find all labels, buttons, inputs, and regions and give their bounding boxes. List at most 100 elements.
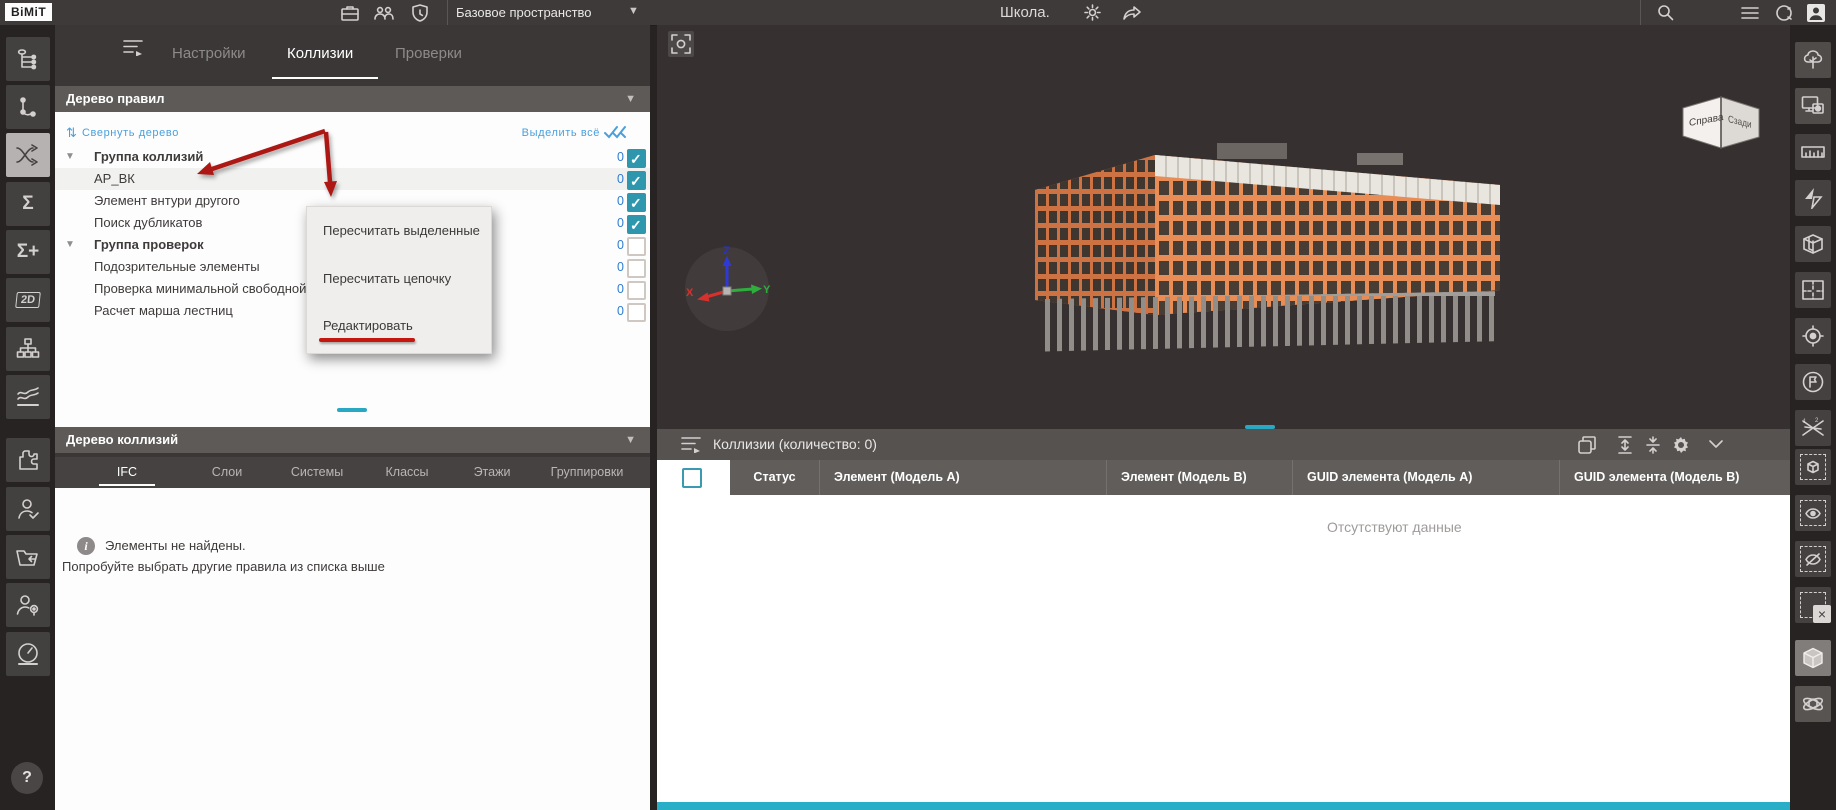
rules-tree-header[interactable]: Дерево правил ▼ [55,86,650,112]
floor-plan-icon[interactable] [1795,272,1831,308]
column-element-b[interactable]: Элемент (Модель B) [1107,460,1293,495]
tab-settings[interactable]: Настройки [172,39,246,69]
workspace-selector[interactable]: Базовое пространство [456,0,592,25]
rule-checkbox[interactable] [627,193,646,212]
rule-row[interactable]: ▼ Группа коллизий 0 [55,146,650,168]
rule-checkbox[interactable] [627,303,646,322]
hide-selection-icon[interactable] [1795,541,1831,577]
rule-checkbox[interactable] [627,259,646,278]
project-title: Школа. [1000,0,1050,25]
column-guid-b[interactable]: GUID элемента (Модель B) [1560,460,1790,495]
rule-checkbox[interactable] [627,237,646,256]
table-settings-gear-icon[interactable] [1669,434,1693,455]
tab-checks[interactable]: Проверки [395,39,462,69]
menu-list-icon[interactable] [1738,2,1762,23]
sum-add-icon[interactable]: Σ+ [6,230,50,274]
view-cube[interactable]: Справа Сзади [1675,92,1767,154]
viewports-icon[interactable] [1795,88,1831,124]
environment-tree-icon[interactable] [1795,42,1831,78]
tab-floors[interactable]: Этажи [474,457,511,488]
table-menu-icon[interactable] [679,434,703,455]
license-shield-icon[interactable] [408,2,432,23]
sum-icon[interactable]: Σ [6,182,50,226]
red-underline-annotation [319,338,415,342]
select-all-link[interactable]: Выделить всё [522,127,600,139]
tree-expand-caret[interactable]: ▼ [65,234,75,256]
collision-tree-body: i Элементы не найдены. Попробуйте выбрат… [55,488,650,810]
app-logo[interactable]: BiMiT [5,3,52,21]
collapse-tree-link[interactable]: Свернуть дерево [82,127,179,139]
tab-systems[interactable]: Системы [291,457,343,488]
panel-menu-icon[interactable] [121,37,145,58]
bottom-panel-resize-handle[interactable] [1245,425,1275,429]
export-folder-icon[interactable] [6,535,50,579]
top-bar: BiMiT Базовое пространство ▼ Школа. [0,0,1836,26]
user-location-icon[interactable] [6,583,50,627]
clash-flash-icon[interactable] [1795,180,1831,216]
rule-row-selected[interactable]: АР_ВК 0 [55,168,650,190]
measure-ruler-icon[interactable] [1795,134,1831,170]
2d-drawings-icon[interactable]: 2D [6,278,50,322]
rule-checkbox[interactable] [627,149,646,168]
focus-model-icon[interactable] [668,31,694,57]
collision-count: 0 [594,168,624,190]
column-guid-a[interactable]: GUID элемента (Модель А) [1293,460,1560,495]
collapse-rows-icon[interactable] [1641,434,1665,455]
collisions-tool-icon[interactable] [6,133,50,177]
active-tab-underline [99,484,155,486]
rule-checkbox[interactable] [627,171,646,190]
branch-compare-icon[interactable] [6,85,50,129]
plugins-puzzle-icon[interactable] [6,438,50,482]
column-status[interactable]: Статус [730,460,820,495]
rule-checkbox[interactable] [627,215,646,234]
team-icon[interactable] [372,2,396,23]
search-icon[interactable] [1653,2,1677,23]
copy-rows-icon[interactable] [1575,434,1599,455]
collapse-section-caret[interactable]: ▼ [625,86,636,112]
notifications-sync-icon[interactable] [1772,2,1796,23]
collapse-section-caret[interactable]: ▼ [625,427,636,453]
share-icon[interactable] [1120,2,1144,23]
select-all-checkbox[interactable] [682,468,702,488]
projects-icon[interactable] [338,2,362,23]
axis-gizmo[interactable]: Z Y X [683,245,771,333]
rule-checkbox[interactable] [627,281,646,300]
menu-item-edit[interactable]: Редактировать [323,316,413,336]
menu-item-recalc-chain[interactable]: Пересчитать цепочку [323,269,451,289]
view-3d-mode-icon[interactable] [1795,640,1831,676]
tab-layers[interactable]: Слои [212,457,242,488]
tab-classes[interactable]: Классы [385,457,428,488]
collapse-tree-icon[interactable]: ⇅ [66,125,77,141]
clear-selection-icon[interactable]: × [1795,587,1831,623]
section-box-icon[interactable] [1795,226,1831,262]
model-structure-icon[interactable] [6,37,50,81]
horizontal-scrollbar[interactable] [657,802,1790,810]
collision-tree-header[interactable]: Дерево коллизий ▼ [55,427,650,453]
chevron-down-icon[interactable] [1704,434,1728,455]
viewport-3d[interactable]: Справа Сзади Z Y X [657,25,1790,429]
locate-target-icon[interactable] [1795,318,1831,354]
chevron-down-icon[interactable]: ▼ [628,0,639,25]
org-chart-icon[interactable] [6,327,50,371]
flag-marker-icon[interactable] [1795,364,1831,400]
project-settings-gear-icon[interactable] [1080,2,1104,23]
help-button[interactable]: ? [11,762,43,794]
expand-rows-icon[interactable] [1613,434,1637,455]
user-avatar[interactable] [1804,2,1828,23]
double-check-icon[interactable] [604,125,630,140]
menu-item-recalc-selected[interactable]: Пересчитать выделенные [323,221,480,241]
left-tool-rail: Σ Σ+ 2D ? [0,25,55,810]
orbit-mode-icon[interactable] [1795,686,1831,722]
column-element-a[interactable]: Элемент (Модель А) [820,460,1107,495]
building-roof-block [1217,143,1287,159]
dashboard-gauge-icon[interactable] [6,632,50,676]
tab-collisions[interactable]: Коллизии [287,39,353,69]
user-check-icon[interactable] [6,487,50,531]
tab-groupings[interactable]: Группировки [551,457,624,488]
tree-expand-caret[interactable]: ▼ [65,146,75,168]
trend-chart-icon[interactable] [6,375,50,419]
collision-pair-lines-icon[interactable]: 12 [1795,410,1831,446]
show-selection-icon[interactable] [1795,495,1831,531]
isolate-selection-icon[interactable] [1795,449,1831,485]
panel-resize-handle[interactable] [337,408,367,412]
